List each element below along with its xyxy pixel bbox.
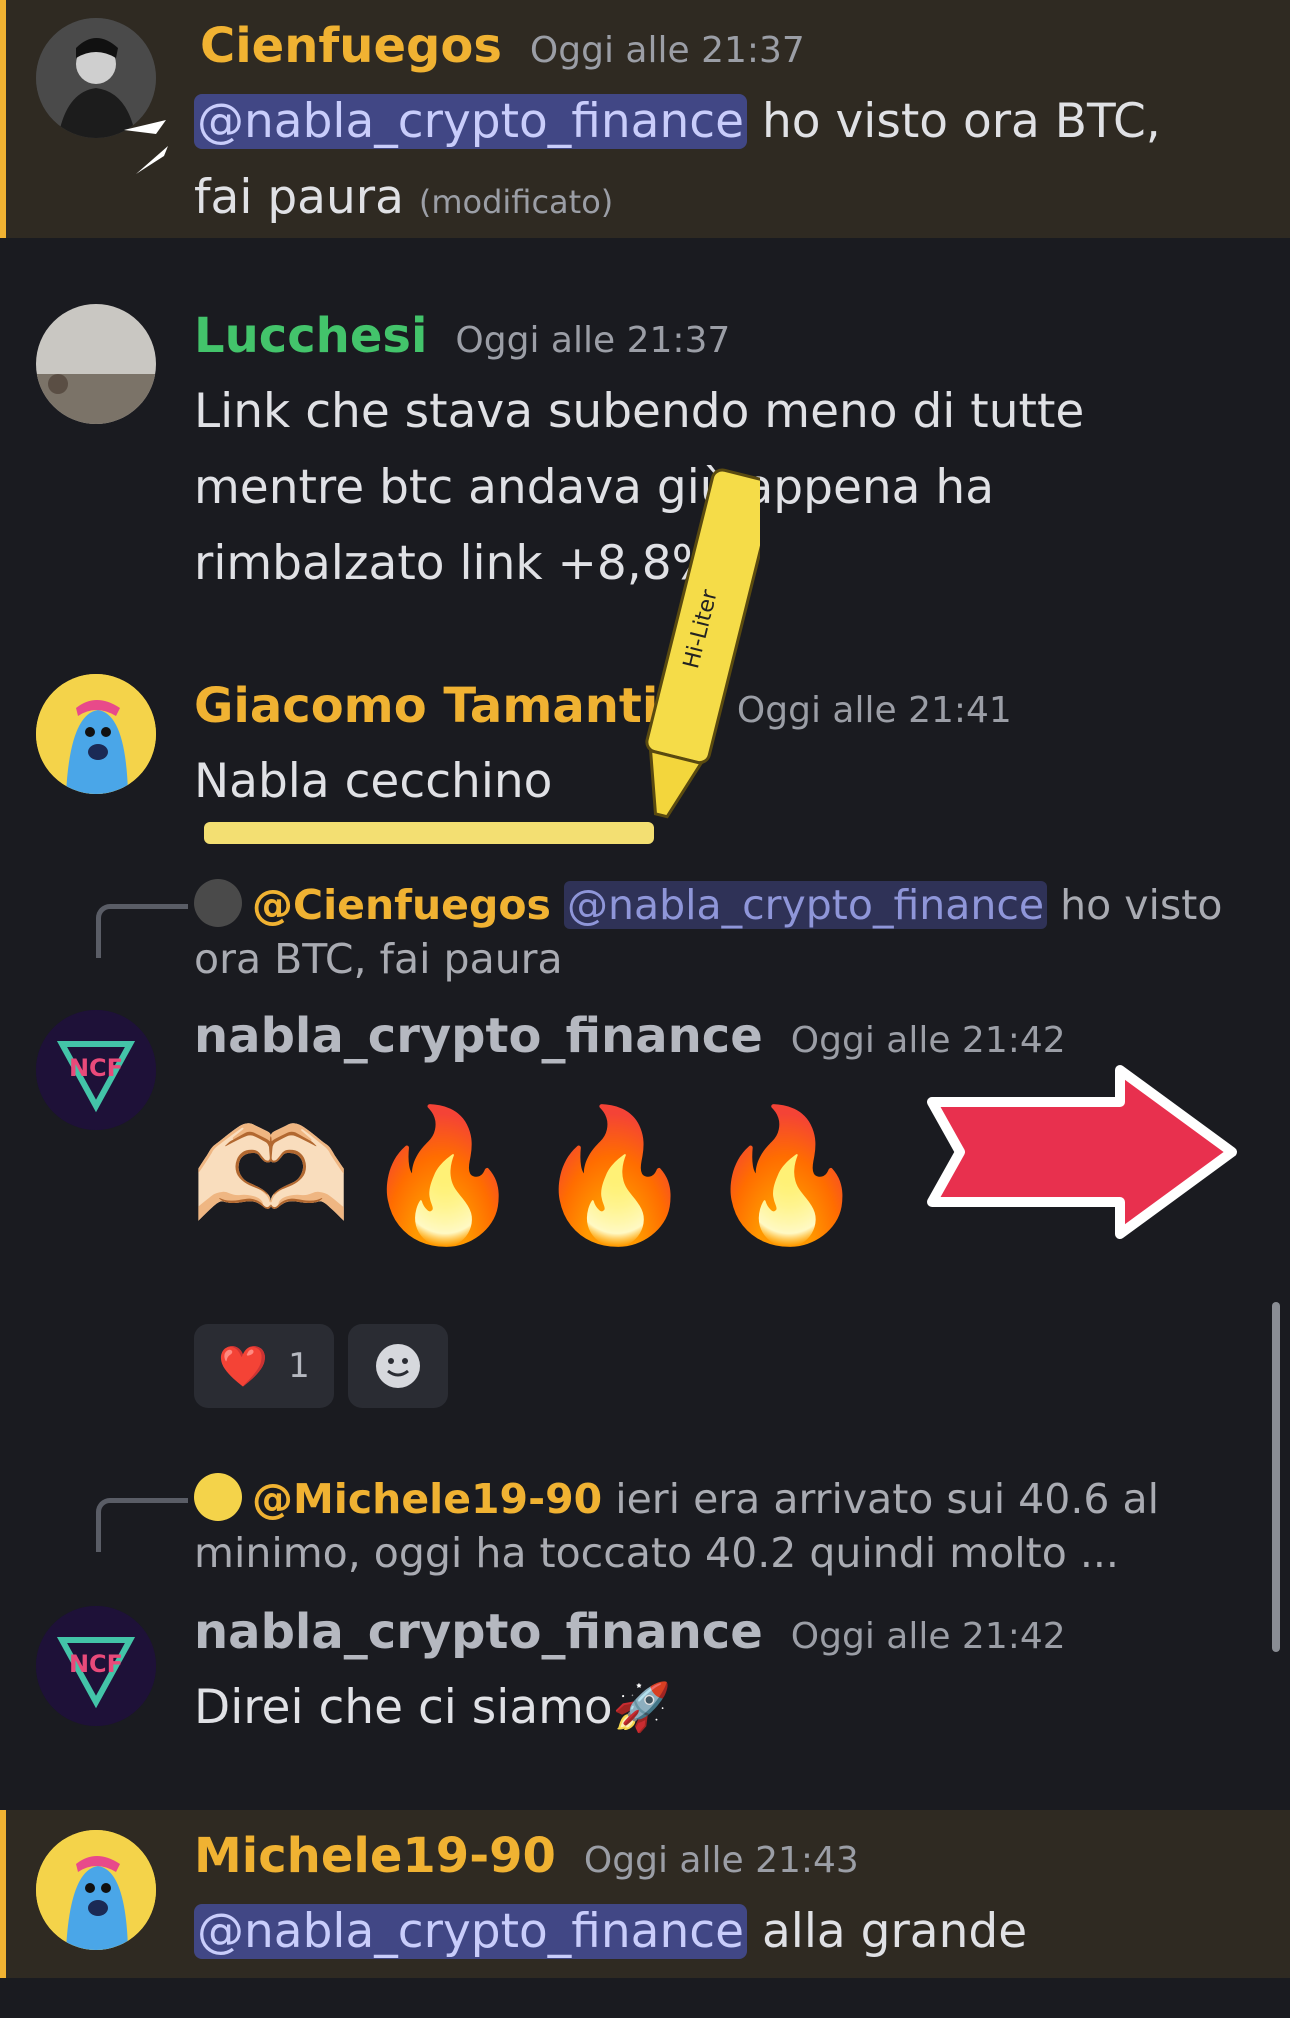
reply-avatar	[194, 1473, 242, 1521]
timestamp: Oggi alle 21:42	[790, 1616, 1066, 1657]
reply-connector	[96, 904, 188, 958]
message-cienfuegos[interactable]: Cienfuegos Oggi alle 21:37 @nabla_crypto…	[0, 0, 1290, 238]
message-content: @nabla_crypto_finance ho visto ora BTC, …	[194, 84, 1230, 240]
reaction-count: 1	[288, 1346, 310, 1386]
avatar-lucchesi[interactable]	[36, 304, 156, 424]
red-arrow-right-icon	[920, 1062, 1240, 1242]
author-name[interactable]: Michele19-90	[194, 1828, 556, 1884]
author-name[interactable]: nabla_crypto_finance	[194, 1604, 763, 1660]
reply-connector	[96, 1498, 188, 1552]
author-name[interactable]: nabla_crypto_finance	[194, 1008, 763, 1064]
add-reaction-button[interactable]	[348, 1324, 448, 1408]
author-name[interactable]: Cienfuegos	[200, 18, 502, 74]
reply-text: minimo, oggi ha toccato 40.2 quindi molt…	[194, 1529, 1119, 1577]
message-text: alla grande	[747, 1904, 1028, 1959]
avatar-giacomo[interactable]	[36, 674, 156, 794]
scrollbar[interactable]	[1272, 1302, 1280, 1652]
reply-text: ieri era arrivato sui 40.6 al	[602, 1475, 1160, 1523]
timestamp: Oggi alle 21:43	[583, 1840, 859, 1881]
reply-author[interactable]: @Michele19-90	[252, 1475, 602, 1523]
message-content: @nabla_crypto_finance alla grande	[194, 1894, 1230, 1970]
message-line: Link che stava subendo meno di tutte	[194, 384, 1085, 439]
reply-preview[interactable]: @Cienfuegos @nabla_crypto_finance ho vis…	[194, 878, 1230, 986]
svg-text:NCF: NCF	[69, 1650, 123, 1678]
timestamp: Oggi alle 21:37	[529, 30, 805, 71]
reply-preview[interactable]: @Michele19-90 ieri era arrivato sui 40.6…	[194, 1472, 1230, 1580]
message-text: fai paura	[194, 170, 404, 225]
author-name[interactable]: Lucchesi	[194, 308, 427, 364]
reply-mention: @nabla_crypto_finance	[563, 881, 1048, 929]
emoji-message: 🫶🏻🔥🔥🔥	[190, 1099, 878, 1251]
avatar-michele[interactable]	[36, 1830, 156, 1950]
reaction-heart[interactable]: ❤️ 1	[194, 1324, 334, 1408]
message-text: ho visto ora BTC,	[747, 94, 1161, 149]
heart-icon: ❤️	[218, 1343, 269, 1390]
avatar-nabla[interactable]: NCF	[36, 1606, 156, 1726]
user-mention[interactable]: @nabla_crypto_finance	[194, 1904, 748, 1959]
highlighter-marker-icon: Hi-Liter	[200, 460, 777, 860]
svg-text:NCF: NCF	[69, 1054, 123, 1082]
reply-avatar	[194, 879, 242, 927]
timestamp: Oggi alle 21:37	[455, 320, 731, 361]
user-mention[interactable]: @nabla_crypto_finance	[194, 94, 748, 149]
message-nabla-2[interactable]: @Michele19-90 ieri era arrivato sui 40.6…	[0, 1470, 1290, 1770]
avatar-nabla[interactable]: NCF	[36, 1010, 156, 1130]
decoration-white-strokes	[116, 100, 176, 180]
reply-author[interactable]: @Cienfuegos	[252, 881, 551, 929]
timestamp: Oggi alle 21:42	[790, 1020, 1066, 1061]
edited-label: (modificato)	[418, 183, 614, 221]
timestamp: Oggi alle 21:41	[736, 690, 1012, 731]
message-text: Direi che ci siamo🚀	[194, 1680, 672, 1735]
message-michele[interactable]: Michele19-90 Oggi alle 21:43 @nabla_cryp…	[0, 1810, 1290, 1978]
smile-icon	[376, 1344, 420, 1388]
